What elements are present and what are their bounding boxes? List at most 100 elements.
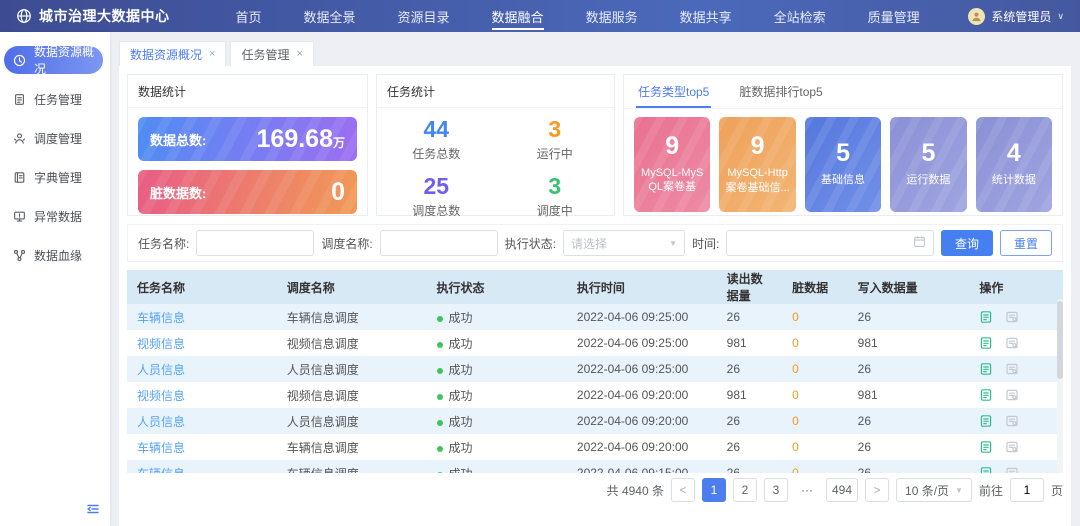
jump-page-input[interactable] [1010, 478, 1044, 502]
page-size-value: 10 条/页 [905, 482, 949, 499]
caret-down-icon: ▼ [669, 239, 677, 248]
main-area: 数据资源概况 × 任务管理 × 数据统计 数据总数: 169.68万 脏数据数:… [110, 32, 1080, 526]
stat-label: 脏数据数: [150, 183, 206, 202]
sidebar-item-abnormal-data[interactable]: 异常数据 [0, 202, 110, 230]
record-icon[interactable] [1005, 362, 1019, 376]
top5-card-label: 统计数据 [992, 173, 1036, 187]
time-input[interactable] [734, 236, 907, 250]
top5-card-value: 4 [1007, 141, 1021, 166]
collapse-sidebar-icon[interactable] [86, 502, 100, 519]
page-number-button[interactable]: 494 [826, 478, 858, 502]
nav-item[interactable]: 质量管理 [868, 0, 920, 32]
record-icon[interactable] [1005, 310, 1019, 324]
time-range-picker[interactable] [726, 230, 934, 256]
schedule-name-input[interactable] [380, 230, 498, 256]
top5-card: 5 运行数据 [890, 117, 966, 212]
page-number-button[interactable]: 2 [733, 478, 757, 502]
table-scrollbar[interactable] [1057, 299, 1063, 473]
task-table-wrap: 任务名称调度名称执行状态执行时间读出数据量脏数据写入数据量操作 车辆信息 车辆信… [127, 270, 1063, 473]
total-data-card: 数据总数: 169.68万 [138, 117, 357, 161]
search-button[interactable]: 查询 [941, 230, 993, 256]
task-name-link[interactable]: 车辆信息 [137, 441, 185, 455]
nav-item[interactable]: 数据全景 [304, 0, 356, 32]
export-log-icon[interactable] [979, 310, 993, 324]
tab-task-management[interactable]: 任务管理 × [230, 41, 313, 66]
dirty-count-cell: 0 [782, 330, 848, 356]
scrollbar-thumb[interactable] [1057, 301, 1063, 379]
table-row: 车辆信息 车辆信息调度 成功 2022-04-06 09:20:00 26 0 … [127, 434, 1063, 460]
tab-data-overview[interactable]: 数据资源概况 × [119, 41, 226, 66]
table-body: 车辆信息 车辆信息调度 成功 2022-04-06 09:25:00 26 0 … [127, 304, 1063, 473]
task-name-link[interactable]: 车辆信息 [137, 311, 185, 325]
app-logo: 城市治理大数据中心 [16, 6, 170, 26]
page-number-button[interactable]: ··· [795, 478, 819, 502]
sidebar-item-label: 异常数据 [34, 208, 82, 225]
close-icon[interactable]: × [209, 48, 215, 60]
sidebar-item-task-management[interactable]: 任务管理 [0, 85, 110, 113]
task-name-link[interactable]: 人员信息 [137, 415, 185, 429]
export-log-icon[interactable] [979, 466, 993, 473]
table-header-cell: 调度名称 [277, 270, 427, 304]
record-icon[interactable] [1005, 336, 1019, 350]
status-badge: 成功 [449, 441, 473, 455]
monitor-warning-icon [13, 210, 26, 223]
page-size-select[interactable]: 10 条/页 ▼ [896, 478, 972, 502]
task-stat-label: 调度总数 [377, 202, 496, 219]
read-count-cell: 26 [717, 356, 783, 382]
sidebar-item-label: 数据血缘 [34, 247, 82, 264]
user-menu[interactable]: 系统管理员 ∨ [968, 8, 1064, 25]
sidebar-item-data-lineage[interactable]: 数据血缘 [0, 241, 110, 269]
write-count-cell: 981 [848, 330, 970, 356]
top5-tab[interactable]: 脏数据排行top5 [737, 81, 824, 108]
nav-item[interactable]: 数据融合 [492, 0, 544, 32]
task-name-link[interactable]: 车辆信息 [137, 467, 185, 474]
task-name-link[interactable]: 视频信息 [137, 337, 185, 351]
export-log-icon[interactable] [979, 336, 993, 350]
status-cell: 成功 [427, 382, 567, 408]
nav-item[interactable]: 全站检索 [774, 0, 826, 32]
task-name-input[interactable] [196, 230, 314, 256]
close-icon[interactable]: × [296, 48, 302, 60]
task-stats-grid: 44 任务总数 3 运行中 25 调度总数 [377, 108, 614, 219]
nav-item[interactable]: 数据共享 [680, 0, 732, 32]
record-icon[interactable] [1005, 440, 1019, 454]
nav-item[interactable]: 资源目录 [398, 0, 450, 32]
page-number-button[interactable]: 1 [702, 478, 726, 502]
table-header-cell: 任务名称 [127, 270, 277, 304]
sidebar-item-label: 任务管理 [34, 91, 82, 108]
export-log-icon[interactable] [979, 414, 993, 428]
table-header-cell: 写入数据量 [848, 270, 970, 304]
table-row: 视频信息 视频信息调度 成功 2022-04-06 09:20:00 981 0… [127, 382, 1063, 408]
nav-item[interactable]: 数据服务 [586, 0, 638, 32]
export-log-icon[interactable] [979, 362, 993, 376]
sidebar-item-data-overview[interactable]: 数据资源概况 [4, 46, 103, 74]
task-stat-label: 任务总数 [377, 145, 496, 162]
dirty-count-cell: 0 [782, 434, 848, 460]
sidebar-item-schedule-management[interactable]: 调度管理 [0, 124, 110, 152]
top5-tab[interactable]: 任务类型top5 [636, 81, 711, 108]
exec-status-select[interactable]: 请选择 ▼ [563, 230, 685, 256]
export-log-icon[interactable] [979, 440, 993, 454]
status-dot-icon [437, 316, 443, 322]
task-name-link[interactable]: 视频信息 [137, 389, 185, 403]
export-log-icon[interactable] [979, 388, 993, 402]
top5-card-value: 9 [751, 134, 765, 159]
stat-label: 数据总数: [150, 130, 206, 149]
sidebar-item-dictionary-management[interactable]: 字典管理 [0, 163, 110, 191]
reset-button[interactable]: 重置 [1000, 230, 1052, 256]
row-actions [979, 362, 1053, 376]
status-badge: 成功 [449, 389, 473, 403]
row-actions [979, 466, 1053, 473]
task-name-link[interactable]: 人员信息 [137, 363, 185, 377]
nav-item[interactable]: 首页 [236, 0, 262, 32]
record-icon[interactable] [1005, 414, 1019, 428]
next-page-button[interactable]: > [865, 478, 889, 502]
page-number-button[interactable]: 3 [764, 478, 788, 502]
row-actions [979, 440, 1053, 454]
prev-page-button[interactable]: < [671, 478, 695, 502]
status-dot-icon [437, 342, 443, 348]
schedule-name-cell: 人员信息调度 [277, 408, 427, 434]
time-label: 时间: [692, 235, 719, 252]
record-icon[interactable] [1005, 388, 1019, 402]
record-icon[interactable] [1005, 466, 1019, 473]
